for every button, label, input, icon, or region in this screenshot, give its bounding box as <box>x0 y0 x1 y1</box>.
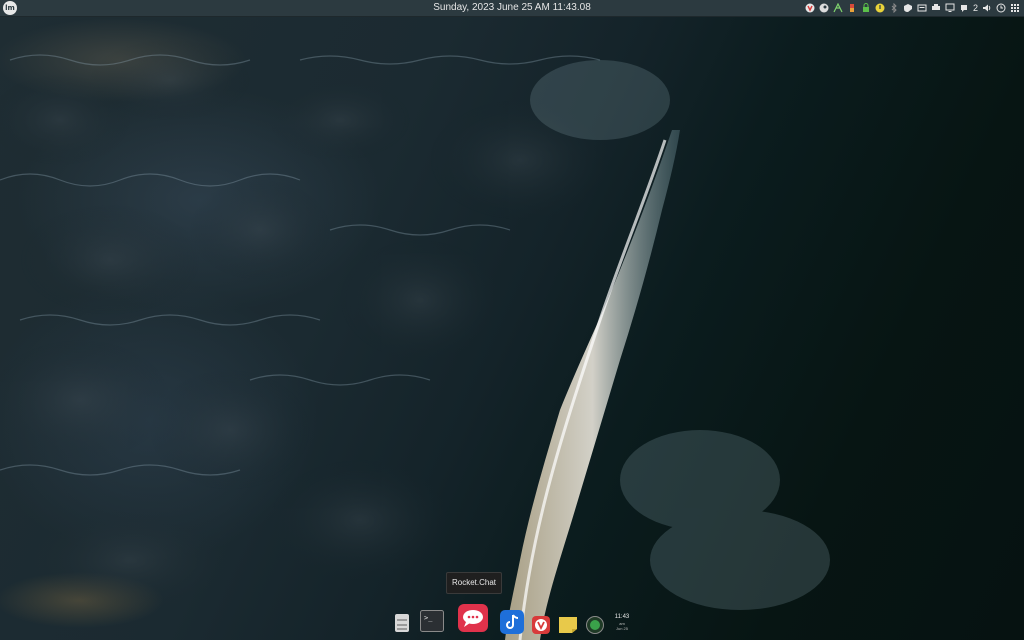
terminal-glyph: >_ <box>424 614 433 622</box>
network-tool-icon[interactable] <box>833 3 843 13</box>
battery-status-icon[interactable] <box>847 3 857 13</box>
vivaldi-tray-icon[interactable] <box>805 3 815 13</box>
sticky-notes-icon[interactable] <box>558 616 578 634</box>
lock-icon[interactable] <box>861 3 871 13</box>
grid-menu-icon[interactable] <box>1010 3 1020 13</box>
terminal-icon[interactable]: >_ <box>420 610 444 632</box>
display-icon[interactable] <box>945 3 955 13</box>
vivaldi-icon[interactable] <box>532 616 550 634</box>
clock-tray-icon[interactable] <box>996 3 1006 13</box>
desktop-wallpaper <box>0 0 1024 640</box>
files-icon[interactable] <box>394 613 410 633</box>
dock: >_ 11:43 am Jun 25 <box>388 598 638 640</box>
dock-clock-date: Jun 25 <box>615 626 628 631</box>
green-circle-icon[interactable] <box>586 616 604 634</box>
top-panel: lm Sunday, 2023 June 25 AM 11:43.08 2 <box>0 0 1024 17</box>
volume-icon[interactable] <box>982 3 992 13</box>
rocket-chat-icon[interactable] <box>458 604 488 632</box>
notification-icon[interactable] <box>959 3 969 13</box>
keyboard-icon[interactable] <box>917 3 927 13</box>
update-icon[interactable] <box>875 3 885 13</box>
bluetooth-icon[interactable] <box>889 3 899 13</box>
dock-clock-time: 11:43 <box>614 614 630 620</box>
vpn-icon[interactable] <box>903 3 913 13</box>
tiktok-icon[interactable] <box>500 610 524 634</box>
steam-icon[interactable] <box>819 3 829 13</box>
notification-count: 2 <box>972 3 978 13</box>
dock-clock-widget[interactable]: 11:43 am Jun 25 <box>610 614 634 636</box>
system-tray: 2 <box>805 2 1020 14</box>
wave-illustration <box>0 40 830 640</box>
dock-tooltip: Rocket.Chat <box>446 572 502 594</box>
printer-icon[interactable] <box>931 3 941 13</box>
